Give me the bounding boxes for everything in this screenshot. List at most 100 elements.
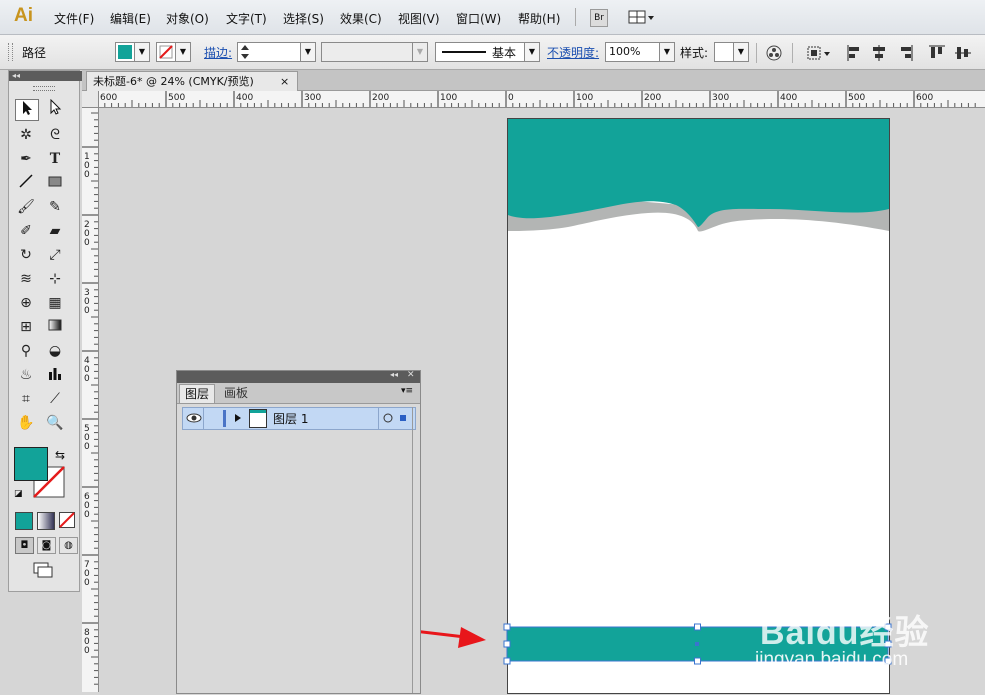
draw-normal-icon[interactable]: ◘ (15, 537, 34, 554)
align-top-button[interactable] (928, 44, 946, 65)
ruler-h-label: 200 (372, 93, 389, 103)
layers-panel-collapse-icon[interactable]: ◂◂ (390, 370, 398, 379)
vertical-ruler-ticks: 100200300400500600700800 (82, 112, 98, 685)
lasso-tool-icon[interactable]: ᘓ (44, 125, 66, 145)
paintbrush-tool-icon[interactable]: 🖌 (15, 197, 37, 217)
slice-tool-icon[interactable]: ⟋ (44, 389, 66, 409)
variable-width-profile[interactable] (321, 42, 413, 62)
expand-triangle-icon[interactable] (233, 413, 243, 423)
fill-dropdown-icon[interactable]: ▼ (134, 42, 150, 62)
rectangle-tool-icon[interactable] (44, 173, 66, 193)
horizontal-ruler-ticks: 600 500 400 300 200 100 0 100 200 300 400 500 600 (97, 91, 976, 107)
menu-select[interactable]: 选择(S) (283, 10, 324, 27)
selection-indicator-icon[interactable] (400, 415, 406, 421)
stroke-color-swatch[interactable] (156, 42, 176, 62)
vertical-ruler[interactable]: 100200300400500600700800 (82, 107, 99, 692)
color-mode-button[interactable] (15, 512, 33, 530)
hand-tool-icon[interactable]: ✋ (15, 413, 37, 433)
column-graph-tool-icon[interactable] (44, 365, 66, 385)
free-transform-tool-icon[interactable]: ⊹ (44, 269, 66, 289)
swap-fill-stroke-icon[interactable]: ⇆ (55, 448, 65, 462)
selection-tool-icon[interactable] (15, 99, 39, 121)
artboard-tool-icon[interactable]: ⌗ (15, 389, 37, 409)
tab-layers[interactable]: 图层 (179, 384, 216, 403)
visibility-eye-icon[interactable] (186, 411, 202, 425)
gradient-mode-button[interactable] (37, 512, 55, 530)
type-tool-icon[interactable]: T (44, 149, 66, 169)
blob-brush-tool-icon[interactable]: ✐ (15, 221, 37, 241)
align-center-button[interactable] (870, 44, 888, 65)
pen-tool-icon[interactable]: ✒ (15, 149, 37, 169)
eraser-tool-icon[interactable]: ▰ (44, 221, 66, 241)
horizontal-ruler[interactable]: 600 500 400 300 200 100 0 100 200 300 400 500 600 (82, 91, 985, 108)
target-circle-icon[interactable] (383, 413, 395, 425)
target-divider (378, 408, 379, 429)
ruler-origin[interactable] (82, 91, 99, 108)
layers-panel-close-icon[interactable]: ✕ (407, 370, 415, 380)
menu-view[interactable]: 视图(V) (398, 10, 440, 27)
draw-behind-icon[interactable]: ◙ (37, 537, 56, 554)
screen-mode-button[interactable] (31, 561, 55, 579)
align-vertical-center-icon (955, 47, 971, 59)
ruler-v-label: 0 (84, 442, 90, 452)
symbol-sprayer-tool-icon[interactable]: ♨ (15, 365, 37, 385)
control-grip[interactable] (8, 43, 13, 61)
direct-selection-tool-icon[interactable] (44, 98, 66, 119)
style-dropdown-icon[interactable]: ▼ (733, 42, 749, 62)
blend-tool-icon[interactable]: ◒ (44, 341, 66, 361)
fill-swatch-front[interactable] (14, 447, 48, 481)
align-vertical-center-button[interactable] (954, 44, 972, 65)
stroke-dropdown-icon[interactable]: ▼ (175, 42, 191, 62)
align-left-button[interactable] (846, 44, 864, 65)
bridge-button[interactable]: Br (590, 9, 608, 27)
menu-effect[interactable]: 效果(C) (340, 10, 382, 27)
mesh-tool-icon[interactable]: ⊞ (15, 317, 37, 337)
pencil-tool-icon[interactable]: ✎ (44, 197, 66, 217)
arrange-documents-button[interactable] (628, 8, 656, 26)
tab-artboards[interactable]: 画板 (219, 384, 253, 402)
profile-dropdown-icon[interactable]: ▼ (412, 42, 428, 62)
tools-panel-grip[interactable] (33, 86, 55, 91)
scale-tool-icon[interactable]: ⤢ (44, 245, 66, 265)
stroke-label[interactable]: 描边: (204, 44, 232, 61)
default-fill-stroke-icon[interactable]: ◪ (14, 489, 23, 499)
align-right-icon (901, 45, 913, 61)
document-tab-close-icon[interactable]: × (280, 72, 289, 91)
menu-object[interactable]: 对象(O) (166, 10, 209, 27)
layers-panel-menu-icon[interactable]: ▾≡ (401, 386, 413, 396)
menu-window[interactable]: 窗口(W) (456, 10, 501, 27)
layer-name[interactable]: 图层 1 (273, 410, 308, 427)
rotate-tool-icon[interactable]: ↻ (15, 245, 37, 265)
menu-help[interactable]: 帮助(H) (518, 10, 560, 27)
document-tab[interactable]: 未标题-6* @ 24% (CMYK/预览) × (86, 71, 298, 91)
stroke-weight-field[interactable] (237, 42, 301, 62)
align-to-button[interactable] (806, 44, 832, 65)
fill-color-swatch[interactable] (115, 42, 135, 62)
opacity-label[interactable]: 不透明度: (547, 44, 599, 61)
opacity-field[interactable]: 100% (605, 42, 662, 62)
recolor-artwork-button[interactable] (764, 43, 784, 66)
menu-edit[interactable]: 编辑(E) (110, 10, 151, 27)
menu-file[interactable]: 文件(F) (54, 10, 94, 27)
perspective-grid-tool-icon[interactable]: ▦ (44, 293, 66, 313)
opacity-dropdown-icon[interactable]: ▼ (659, 42, 675, 62)
gradient-tool-icon[interactable] (44, 317, 66, 337)
graphic-style-swatch[interactable] (714, 42, 734, 62)
layers-scrollbar[interactable] (412, 407, 413, 693)
menu-type[interactable]: 文字(T) (226, 10, 267, 27)
stroke-weight-dropdown-icon[interactable]: ▼ (300, 42, 316, 62)
tools-panel-collapse-icon[interactable]: ◂◂ (9, 71, 82, 81)
none-mode-button[interactable] (59, 512, 75, 528)
eyedropper-tool-icon[interactable]: ⚲ (15, 341, 37, 361)
align-right-button[interactable] (896, 44, 914, 65)
magic-wand-tool-icon[interactable]: ✲ (15, 125, 37, 145)
shape-builder-tool-icon[interactable]: ⊕ (15, 293, 37, 313)
zoom-tool-icon[interactable]: 🔍 (44, 413, 66, 433)
line-tool-icon[interactable] (15, 173, 37, 193)
brush-definition-field[interactable]: 基本 (435, 42, 525, 62)
warp-tool-icon[interactable]: ≋ (15, 269, 37, 289)
layers-panel-titlebar[interactable]: ◂◂ ✕ (177, 370, 420, 383)
layer-row[interactable]: 图层 1 (182, 407, 416, 430)
draw-inside-icon[interactable]: ◍ (59, 537, 78, 554)
brush-dropdown-icon[interactable]: ▼ (524, 42, 540, 62)
